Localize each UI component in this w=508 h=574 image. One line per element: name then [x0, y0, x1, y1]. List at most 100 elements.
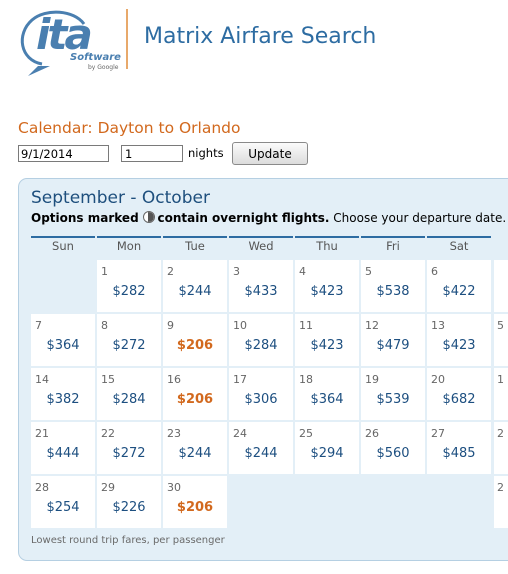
fare-price-link[interactable]: $364 — [31, 338, 95, 353]
fare-price-link[interactable]: $423 — [295, 338, 359, 353]
day-cell[interactable]: 7 $364 — [31, 314, 95, 366]
weekday-header: Sun — [52, 239, 74, 253]
fare-price-link[interactable]: $423 — [295, 284, 359, 299]
day-cell[interactable]: 13 $423 — [427, 314, 491, 366]
day-cell[interactable]: 4 $423 — [295, 260, 359, 312]
day-cell[interactable]: 5 $538 — [361, 260, 425, 312]
fare-price-link[interactable]: $284 — [97, 392, 161, 407]
fare-price-link[interactable]: $539 — [361, 392, 425, 407]
weekday-header: Tue — [185, 239, 205, 253]
day-cell[interactable]: 25 $294 — [295, 422, 359, 474]
day-number: 5 — [497, 319, 504, 332]
day-number: 4 — [299, 265, 306, 278]
day-cell[interactable]: 29 $226 — [97, 476, 161, 528]
weekday-rule — [295, 236, 359, 238]
fare-price-link[interactable]: $382 — [31, 392, 95, 407]
day-number: 26 — [365, 427, 379, 440]
fare-price-link[interactable]: $538 — [361, 284, 425, 299]
day-number: 2 — [497, 481, 504, 494]
day-cell[interactable]: 18 $364 — [295, 368, 359, 420]
ita-software-logo[interactable]: ita Software by Google — [14, 6, 126, 76]
day-number: 21 — [35, 427, 49, 440]
day-cell[interactable]: 26 $560 — [361, 422, 425, 474]
fare-price-link[interactable]: $479 — [361, 338, 425, 353]
fare-price-link[interactable]: $423 — [427, 338, 491, 353]
next-month-cell-partial[interactable]: 2 — [494, 476, 508, 528]
fare-price-link[interactable]: $254 — [31, 500, 95, 515]
overnight-moon-icon — [143, 211, 156, 223]
fare-price-link[interactable]: $284 — [229, 338, 293, 353]
fare-price-link[interactable]: $444 — [31, 446, 95, 461]
day-cell[interactable]: 23 $244 — [163, 422, 227, 474]
fare-price-link[interactable]: $206 — [163, 338, 227, 353]
day-cell[interactable]: 19 $539 — [361, 368, 425, 420]
fare-price-link[interactable]: $560 — [361, 446, 425, 461]
day-cell[interactable]: 28 $254 — [31, 476, 95, 528]
day-cell[interactable]: 22 $272 — [97, 422, 161, 474]
empty-day-cell — [295, 476, 359, 528]
day-cell[interactable]: 14 $382 — [31, 368, 95, 420]
next-month-cell-partial[interactable]: 5 — [494, 314, 508, 366]
day-cell[interactable]: 3 $433 — [229, 260, 293, 312]
fare-price-link[interactable]: $485 — [427, 446, 491, 461]
nights-input[interactable] — [121, 145, 183, 162]
weekday-rule — [163, 236, 227, 238]
day-cell[interactable]: 1 $282 — [97, 260, 161, 312]
fare-price-link[interactable]: $244 — [163, 284, 227, 299]
empty-day-cell — [427, 476, 491, 528]
fare-price-link[interactable]: $206 — [163, 500, 227, 515]
nights-label: nights — [188, 146, 224, 160]
fare-price-link[interactable]: $422 — [427, 284, 491, 299]
day-number: 20 — [431, 373, 445, 386]
fare-price-link[interactable]: $682 — [427, 392, 491, 407]
fare-price-link[interactable]: $272 — [97, 338, 161, 353]
fare-price-link[interactable]: $244 — [229, 446, 293, 461]
day-cell[interactable]: 30 $206 — [163, 476, 227, 528]
day-cell[interactable]: 27 $485 — [427, 422, 491, 474]
day-cell[interactable]: 15 $284 — [97, 368, 161, 420]
overnight-legend: Options marked contain overnight flights… — [31, 211, 506, 225]
fare-price-link[interactable]: $244 — [163, 446, 227, 461]
fare-price-link[interactable]: $364 — [295, 392, 359, 407]
day-number: 14 — [35, 373, 49, 386]
fare-price-link[interactable]: $294 — [295, 446, 359, 461]
day-cell[interactable]: 16 $206 — [163, 368, 227, 420]
day-cell[interactable]: 11 $423 — [295, 314, 359, 366]
fare-price-link[interactable]: $226 — [97, 500, 161, 515]
app-title: Matrix Airfare Search — [144, 24, 377, 49]
fare-price-link[interactable]: $433 — [229, 284, 293, 299]
day-cell[interactable]: 10 $284 — [229, 314, 293, 366]
day-cell[interactable]: 12 $479 — [361, 314, 425, 366]
departure-date-input[interactable] — [18, 145, 109, 162]
fare-price-link[interactable]: $306 — [229, 392, 293, 407]
day-cell[interactable]: 20 $682 — [427, 368, 491, 420]
legend-text-1: Options marked — [31, 211, 139, 225]
fare-price-link[interactable]: $272 — [97, 446, 161, 461]
fare-price-link[interactable]: $206 — [163, 392, 227, 407]
day-number: 12 — [365, 319, 379, 332]
day-number: 23 — [167, 427, 181, 440]
day-cell[interactable]: 6 $422 — [427, 260, 491, 312]
day-cell[interactable]: 17 $306 — [229, 368, 293, 420]
header: ita Software by Google Matrix Airfare Se… — [0, 0, 508, 80]
day-number: 1 — [101, 265, 108, 278]
update-button[interactable]: Update — [232, 142, 308, 165]
day-cell[interactable]: 8 $272 — [97, 314, 161, 366]
day-cell[interactable]: 24 $244 — [229, 422, 293, 474]
empty-day-cell — [229, 476, 293, 528]
day-number: 13 — [431, 319, 445, 332]
month-range-title: September - October — [31, 188, 210, 208]
day-number: 18 — [299, 373, 313, 386]
weekday-header: Fri — [386, 239, 400, 253]
day-cell[interactable]: 2 $244 — [163, 260, 227, 312]
day-number: 10 — [233, 319, 247, 332]
next-month-cell-partial[interactable] — [494, 260, 508, 312]
day-number: 17 — [233, 373, 247, 386]
next-month-cell-partial[interactable]: 2 — [494, 422, 508, 474]
fare-price-link[interactable]: $282 — [97, 284, 161, 299]
next-month-cell-partial[interactable]: 1 — [494, 368, 508, 420]
day-cell[interactable]: 21 $444 — [31, 422, 95, 474]
day-cell[interactable]: 9 $206 — [163, 314, 227, 366]
weekday-header: Sat — [449, 239, 469, 253]
empty-day-cell — [31, 260, 95, 312]
